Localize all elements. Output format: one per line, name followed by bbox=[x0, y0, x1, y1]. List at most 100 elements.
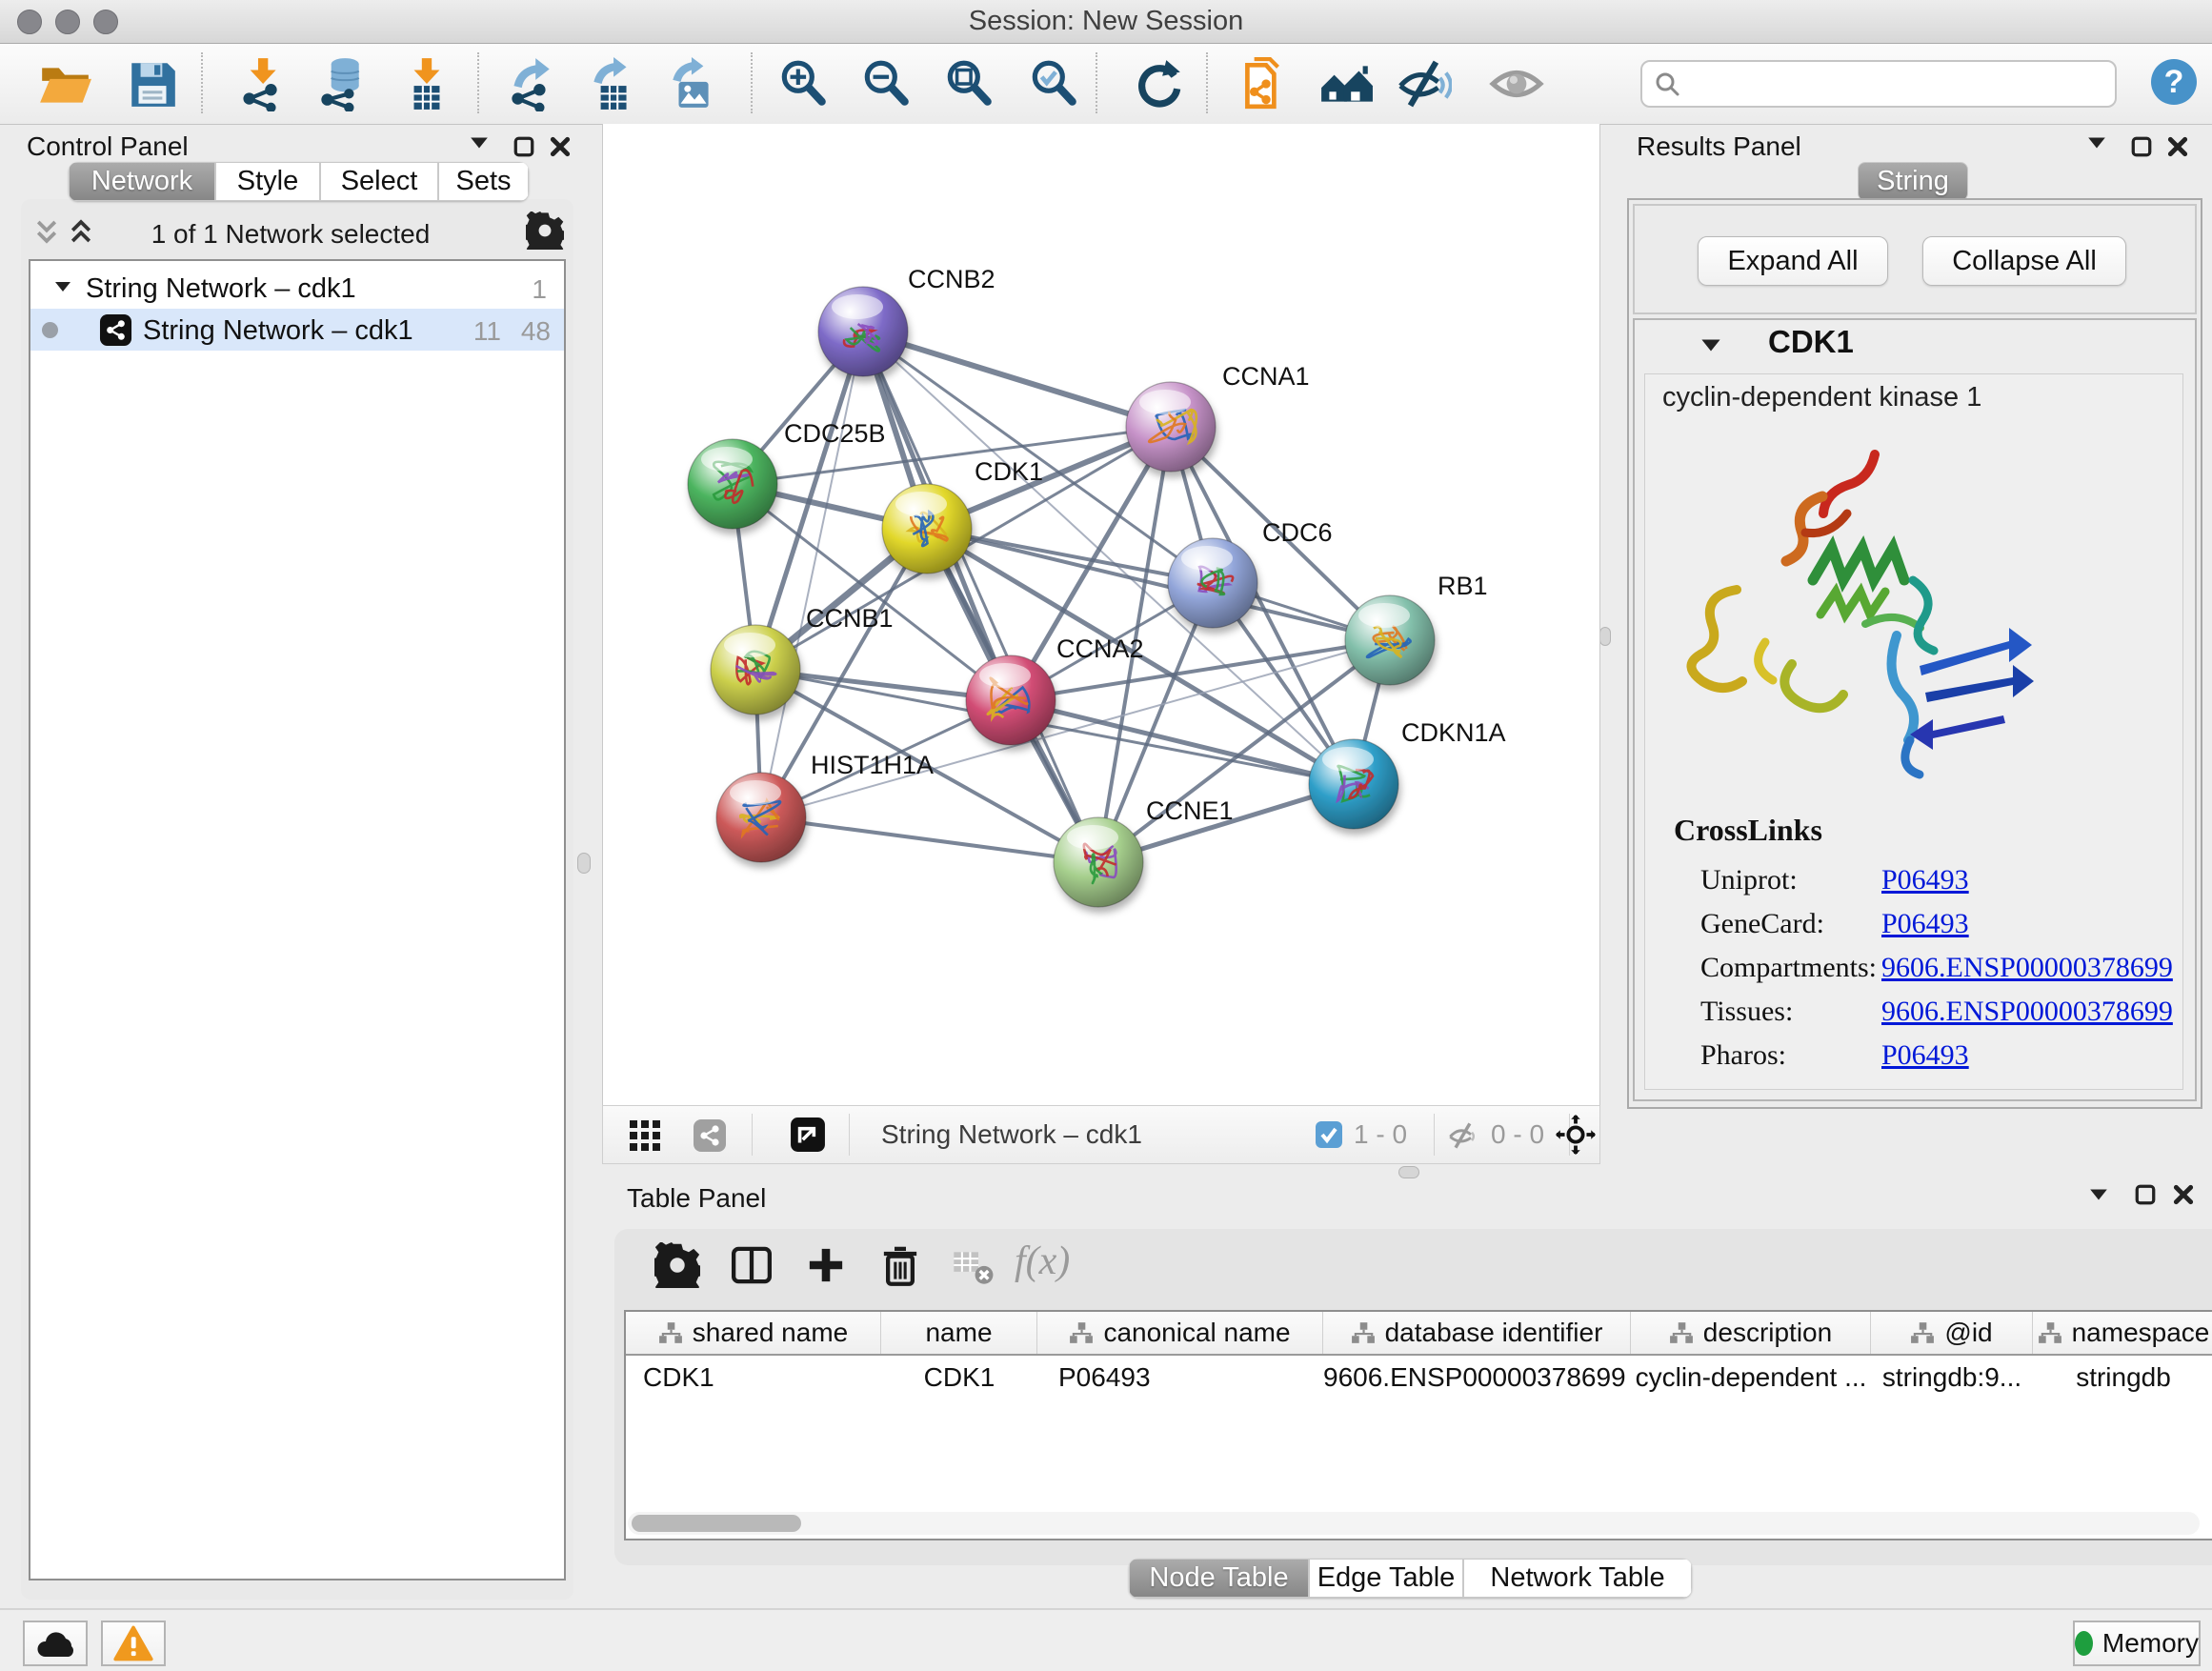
float-panel-icon[interactable] bbox=[2130, 135, 2153, 158]
collapse-panel-icon[interactable] bbox=[2088, 1187, 2109, 1202]
crosslink-link[interactable]: P06493 bbox=[1881, 1039, 1969, 1072]
hierarchy-icon bbox=[2038, 1321, 2062, 1344]
column-header-namespace[interactable]: namespace bbox=[2033, 1312, 2212, 1354]
network-row-selected[interactable]: String Network – cdk1 11 48 bbox=[30, 309, 564, 351]
selected-checkbox-icon[interactable] bbox=[1316, 1121, 1342, 1148]
hierarchy-icon bbox=[1669, 1321, 1694, 1344]
main-toolbar: ? bbox=[0, 44, 2212, 125]
collapse-panel-icon[interactable] bbox=[469, 135, 490, 151]
export-image-button[interactable] bbox=[665, 56, 720, 111]
warnings-button[interactable] bbox=[101, 1621, 166, 1666]
collapse-panel-icon[interactable] bbox=[2086, 135, 2107, 151]
show-panel-button[interactable] bbox=[1489, 56, 1544, 111]
table-type-tabs: Node Table Edge Table Network Table bbox=[1129, 1559, 1692, 1598]
crosslink-link[interactable]: P06493 bbox=[1881, 908, 1969, 940]
clipboard-share-button[interactable] bbox=[1237, 56, 1292, 111]
function-builder-button[interactable]: f(x) bbox=[1015, 1238, 1070, 1284]
results-panel: Results Panel String Expand All Collapse… bbox=[1610, 124, 2212, 1181]
tab-network[interactable]: Network bbox=[69, 162, 215, 201]
column-header-shared-name[interactable]: shared name bbox=[626, 1312, 881, 1354]
collection-label: String Network – cdk1 bbox=[86, 273, 356, 305]
zoom-out-button[interactable] bbox=[858, 56, 914, 111]
birdseye-button[interactable] bbox=[1318, 56, 1374, 111]
fit-content-crosshair-icon[interactable] bbox=[1556, 1115, 1596, 1155]
network-view-toolbar: String Network – cdk1 1 - 0 0 - 0 bbox=[602, 1105, 1600, 1164]
network-node-HIST1H1A[interactable]: HIST1H1A bbox=[716, 751, 934, 862]
float-panel-icon[interactable] bbox=[2134, 1183, 2157, 1206]
import-table-button[interactable] bbox=[399, 56, 454, 111]
network-node-RB1[interactable]: RB1 bbox=[1345, 572, 1488, 685]
refresh-layout-button[interactable] bbox=[1131, 56, 1186, 111]
cell-database-identifier: 9606.ENSP00000378699 bbox=[1323, 1362, 1631, 1393]
network-node-CDC6[interactable]: CDC6 bbox=[1168, 518, 1333, 628]
memory-button[interactable]: Memory bbox=[2073, 1621, 2201, 1666]
collapse-all-networks-icon[interactable] bbox=[32, 217, 61, 246]
show-columns-button[interactable] bbox=[729, 1242, 774, 1288]
column-header-canonical-name[interactable]: canonical name bbox=[1037, 1312, 1323, 1354]
network-collection-row[interactable]: String Network – cdk1 1 bbox=[30, 267, 564, 309]
tab-style[interactable]: Style bbox=[215, 162, 320, 201]
horizontal-splitter-handle[interactable] bbox=[1398, 1166, 1419, 1178]
network-row-label: String Network – cdk1 bbox=[143, 315, 413, 347]
trash-icon bbox=[877, 1242, 923, 1288]
tab-node-table[interactable]: Node Table bbox=[1129, 1559, 1309, 1598]
crosslink-link[interactable]: 9606.ENSP00000378699 bbox=[1881, 996, 2173, 1028]
hide-panels-button[interactable] bbox=[1397, 56, 1452, 111]
save-session-button[interactable] bbox=[125, 56, 180, 111]
collection-expand-icon[interactable] bbox=[53, 280, 72, 293]
crosslink-link[interactable]: P06493 bbox=[1881, 864, 1969, 896]
grid-view-icon[interactable] bbox=[628, 1118, 662, 1153]
help-button[interactable]: ? bbox=[2151, 59, 2197, 105]
network-options-gear-icon[interactable] bbox=[526, 211, 564, 250]
scrollbar-thumb[interactable] bbox=[632, 1515, 801, 1532]
tab-select[interactable]: Select bbox=[320, 162, 438, 201]
gene-expand-icon[interactable] bbox=[1699, 337, 1722, 353]
search-input[interactable] bbox=[1694, 64, 2107, 102]
node-label: CDK1 bbox=[975, 457, 1043, 486]
zoom-in-button[interactable] bbox=[775, 56, 831, 111]
expand-all-button[interactable]: Expand All bbox=[1698, 236, 1888, 286]
title-bar: Session: New Session bbox=[0, 0, 2212, 44]
network-overview-icon[interactable] bbox=[693, 1118, 727, 1153]
horizontal-scrollbar[interactable] bbox=[628, 1512, 2200, 1535]
table-row[interactable]: CDK1 CDK1 P06493 9606.ENSP00000378699 cy… bbox=[626, 1356, 2212, 1399]
window-title: Session: New Session bbox=[0, 0, 2212, 43]
column-header-id[interactable]: @id bbox=[1871, 1312, 2033, 1354]
network-node-CCNE1[interactable]: CCNE1 bbox=[1054, 796, 1234, 907]
tab-edge-table[interactable]: Edge Table bbox=[1309, 1559, 1463, 1598]
zoom-fit-button[interactable] bbox=[941, 56, 996, 111]
column-header-name[interactable]: name bbox=[881, 1312, 1037, 1354]
delete-table-button[interactable] bbox=[950, 1242, 995, 1288]
network-node-CCNA1[interactable]: CCNA1 bbox=[1126, 362, 1310, 472]
export-table-button[interactable] bbox=[584, 56, 639, 111]
zoom-selected-button[interactable] bbox=[1026, 56, 1081, 111]
tab-string[interactable]: String bbox=[1858, 162, 1968, 201]
left-splitter-handle[interactable] bbox=[577, 853, 591, 874]
delete-column-button[interactable] bbox=[877, 1242, 923, 1288]
expand-all-networks-icon[interactable] bbox=[67, 217, 95, 246]
delete-table-icon bbox=[950, 1242, 995, 1288]
cell-shared-name: CDK1 bbox=[626, 1362, 881, 1393]
column-header-description[interactable]: description bbox=[1631, 1312, 1871, 1354]
tab-sets[interactable]: Sets bbox=[438, 162, 529, 201]
network-canvas[interactable]: CCNB2CCNA1CDC25BCDK1CDC6RB1CCNB1CCNA2CDK… bbox=[602, 124, 1600, 1105]
eye-slash-icon bbox=[1397, 56, 1452, 111]
add-column-button[interactable] bbox=[803, 1242, 849, 1288]
tab-network-table[interactable]: Network Table bbox=[1463, 1559, 1692, 1598]
table-options-button[interactable] bbox=[654, 1242, 700, 1288]
crosslink-link[interactable]: 9606.ENSP00000378699 bbox=[1881, 952, 2173, 984]
column-header-database-identifier[interactable]: database identifier bbox=[1323, 1312, 1631, 1354]
open-session-button[interactable] bbox=[37, 56, 92, 111]
import-network-button[interactable] bbox=[231, 56, 287, 111]
collapse-all-button[interactable]: Collapse All bbox=[1922, 236, 2126, 286]
close-panel-icon[interactable] bbox=[549, 135, 572, 158]
network-node-CCNB2[interactable]: CCNB2 bbox=[818, 265, 995, 376]
close-panel-icon[interactable] bbox=[2172, 1183, 2195, 1206]
detach-view-icon[interactable] bbox=[790, 1117, 826, 1153]
float-panel-icon[interactable] bbox=[513, 135, 535, 158]
export-network-button[interactable] bbox=[502, 56, 557, 111]
cloud-status-button[interactable] bbox=[23, 1621, 88, 1666]
close-panel-icon[interactable] bbox=[2166, 135, 2189, 158]
import-database-button[interactable] bbox=[312, 56, 367, 111]
network-node-CDKN1A[interactable]: CDKN1A bbox=[1309, 718, 1506, 829]
